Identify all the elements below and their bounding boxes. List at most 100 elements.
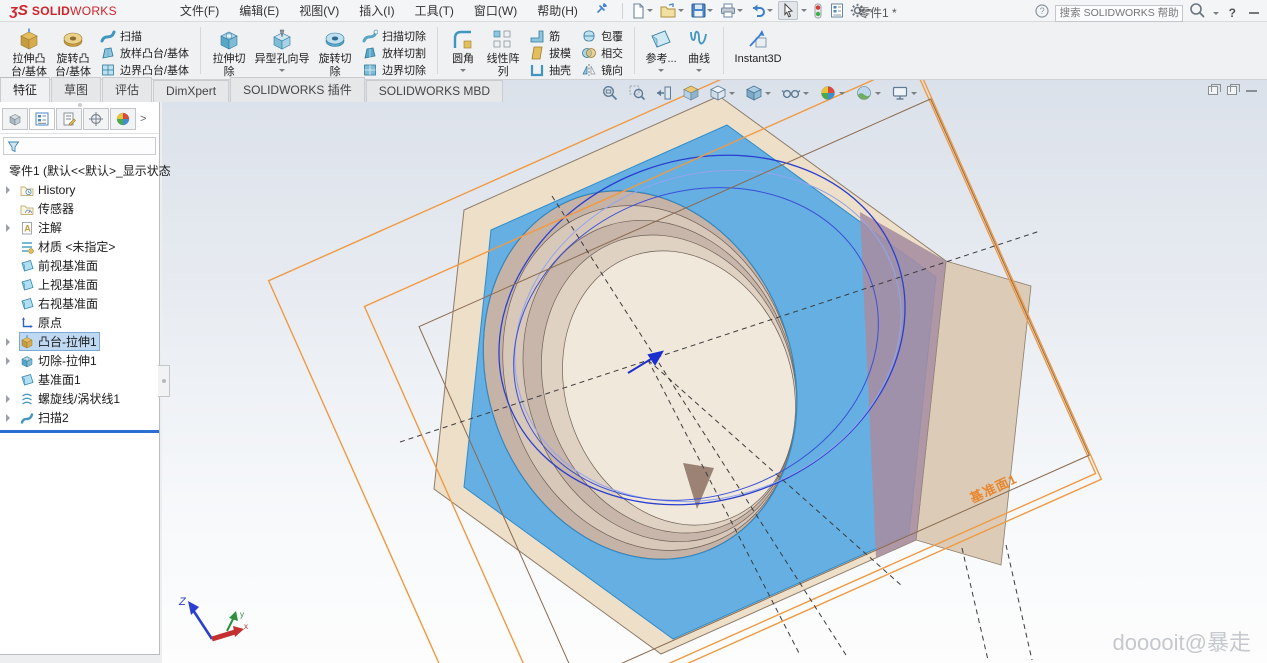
pin-menu-icon[interactable] [595,2,608,20]
curves-caret[interactable] [696,69,702,75]
hide-show-items-button[interactable] [780,83,811,103]
shell-button[interactable]: 抽壳 [526,61,574,78]
select-tool-caret[interactable] [801,9,807,15]
tree-item-front-plane[interactable]: 前视基准面 [0,256,159,275]
linear-pattern-button[interactable]: 线性阵 列 [482,25,524,80]
tree-filter-box[interactable] [3,137,156,155]
tree-item-history[interactable]: History [0,180,159,199]
window-restore2-icon[interactable] [1227,86,1237,95]
hole-wizard-button[interactable]: 异型孔向导 [251,25,313,77]
panel-tabs-overflow[interactable]: > [137,113,149,125]
tree-item-helix[interactable]: 螺旋线/涡状线1 [0,389,159,408]
intersect-button[interactable]: 相交 [578,44,626,61]
revolved-boss-button[interactable]: 旋转凸 台/基体 [51,25,95,80]
tree-item-origin[interactable]: 原点 [0,313,159,332]
zoom-to-area-button[interactable] [627,83,647,103]
rollback-bar[interactable] [0,430,159,433]
tab-sketch[interactable]: 草图 [51,77,101,102]
instant3d-button[interactable]: Instant3D [730,25,786,68]
draft-button[interactable]: 拔模 [526,44,574,61]
menu-view[interactable]: 视图(V) [290,0,348,22]
hide-show-caret[interactable] [803,92,809,98]
previous-view-button[interactable] [654,83,674,103]
expand-arrow[interactable] [6,224,14,232]
tree-root-part[interactable]: 零件1 (默认<<默认>_显示状态 [0,161,159,180]
tab-mbd[interactable]: SOLIDWORKS MBD [366,80,503,102]
new-document-button[interactable] [629,2,656,20]
help-button[interactable]: ? [1226,6,1239,20]
tab-evaluate[interactable]: 评估 [102,77,152,102]
tree-item-top-plane[interactable]: 上视基准面 [0,275,159,294]
wrap-button[interactable]: 包覆 [578,27,626,44]
boundary-boss-button[interactable]: 边界凸台/基体 [97,61,192,78]
lofted-cut-button[interactable]: 放样切割 [359,44,429,61]
view-settings-caret[interactable] [911,92,917,98]
select-tool-button[interactable] [778,1,798,20]
tree-item-sensors[interactable]: 传感器 [0,199,159,218]
fillet-button[interactable]: 圆角 [444,25,482,77]
tree-item-sweep2[interactable]: 扫描2 [0,408,159,427]
view-orientation-button[interactable] [708,83,737,103]
tab-addins[interactable]: SOLIDWORKS 插件 [230,77,365,102]
file-properties-button[interactable] [828,2,846,19]
tab-features[interactable]: 特征 [0,77,50,102]
section-view-button[interactable] [681,83,701,103]
tab-dimxpert[interactable]: DimXpert [153,80,229,102]
display-style-button[interactable] [744,83,773,103]
zoom-to-fit-button[interactable] [600,83,620,103]
apply-scene-caret[interactable] [875,92,881,98]
expand-arrow[interactable] [6,186,14,194]
expand-arrow[interactable] [6,338,14,346]
swept-boss-button[interactable]: 扫描 [97,27,192,44]
print-button[interactable] [718,2,746,19]
part-tab[interactable] [2,108,28,130]
tree-item-material[interactable]: 材质 <未指定> [0,237,159,256]
rib-button[interactable]: 筋 [526,27,574,44]
edit-appearance-caret[interactable] [839,92,845,98]
tree-item-cut-extrude1[interactable]: 切除-拉伸1 [0,351,159,370]
fillet-caret[interactable] [460,69,466,75]
expand-arrow[interactable] [6,395,14,403]
window-restore-icon[interactable] [1208,86,1218,95]
graphics-area[interactable]: 基准面1 Z y x dooooit@暴走 [162,80,1267,663]
expand-arrow[interactable] [6,414,14,422]
tree-item-plane1[interactable]: 基准面1 [0,370,159,389]
boundary-cut-button[interactable]: 边界切除 [359,61,429,78]
search-input[interactable] [1060,7,1178,19]
extruded-boss-button[interactable]: 拉伸凸 台/基体 [7,25,51,80]
view-settings-button[interactable] [890,83,919,103]
extruded-cut-button[interactable]: 拉伸切 除 [207,25,251,80]
property-manager-tab[interactable] [56,108,82,130]
menu-tools[interactable]: 工具(T) [406,0,463,22]
search-box[interactable] [1055,5,1183,22]
feature-tree-tab[interactable] [29,108,55,130]
display-manager-tab[interactable] [110,108,136,130]
revolved-cut-button[interactable]: 旋转切 除 [313,25,357,80]
rebuild-button[interactable] [810,2,826,20]
configuration-manager-tab[interactable] [83,108,109,130]
menu-help[interactable]: 帮助(H) [528,0,587,22]
undo-button[interactable] [748,2,776,19]
expand-arrow[interactable] [6,357,14,365]
display-style-caret[interactable] [765,92,771,98]
view-orientation-caret[interactable] [729,92,735,98]
edit-appearance-button[interactable] [818,83,847,103]
viewport-canvas[interactable] [162,80,1267,663]
panel-splitter-dot[interactable] [78,103,82,107]
lofted-boss-button[interactable]: 放样凸台/基体 [97,44,192,61]
tree-item-boss-extrude1[interactable]: 凸台-拉伸1 [0,332,159,351]
search-submit-icon[interactable] [1189,2,1206,24]
mirror-button[interactable]: 镜向 [578,61,626,78]
menu-insert[interactable]: 插入(I) [350,0,403,22]
menu-edit[interactable]: 编辑(E) [230,0,288,22]
reference-geometry-caret[interactable] [658,69,664,75]
tree-item-right-plane[interactable]: 右视基准面 [0,294,159,313]
tree-item-annotations[interactable]: A 注解 [0,218,159,237]
reference-geometry-button[interactable]: 参考... [641,25,681,77]
menu-file[interactable]: 文件(F) [171,0,228,22]
hole-wizard-caret[interactable] [279,69,285,75]
panel-splitter-handle[interactable] [158,365,170,397]
save-button[interactable] [689,2,716,19]
collapse-ribbon-icon[interactable] [1249,12,1259,14]
search-options-caret[interactable] [1213,12,1219,18]
